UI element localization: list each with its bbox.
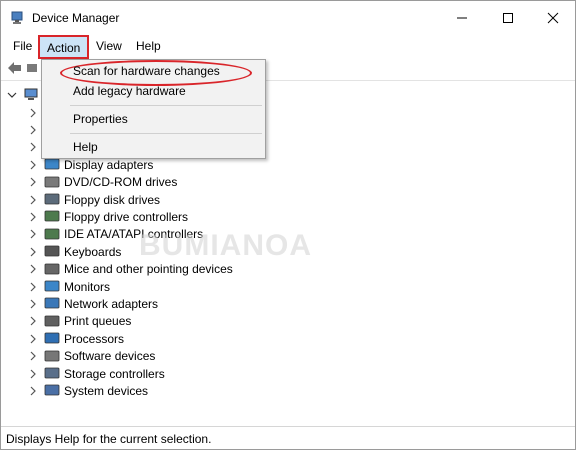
mouse-icon bbox=[44, 263, 60, 274]
tree-category-row[interactable]: Floppy disk drives bbox=[28, 191, 160, 208]
expand-chevron-icon[interactable] bbox=[28, 334, 38, 344]
expand-chevron-icon[interactable] bbox=[28, 247, 38, 257]
tree-category-row[interactable]: Software devices bbox=[28, 348, 155, 365]
expand-chevron-icon[interactable] bbox=[28, 282, 38, 292]
printer-icon bbox=[44, 315, 60, 327]
expand-chevron-icon[interactable] bbox=[28, 316, 38, 326]
tree-category-row[interactable]: Network adapters bbox=[28, 295, 158, 312]
menu-item-help[interactable]: Help bbox=[73, 138, 98, 156]
dvd-icon bbox=[44, 176, 60, 187]
floppy-icon bbox=[44, 193, 60, 205]
forward-arrow-icon[interactable] bbox=[27, 64, 37, 72]
monitor-icon bbox=[44, 280, 60, 292]
tree-category-row[interactable]: DVD/CD-ROM drives bbox=[28, 174, 177, 191]
tree-category-row[interactable]: Print queues bbox=[28, 313, 131, 330]
maximize-button[interactable] bbox=[485, 1, 531, 35]
expand-chevron-icon[interactable] bbox=[28, 160, 38, 170]
action-menu: Scan for hardware changes Add legacy har… bbox=[41, 59, 266, 159]
storage-icon bbox=[44, 367, 60, 379]
controller-icon bbox=[44, 228, 60, 240]
controller-icon bbox=[44, 210, 60, 222]
status-bar: Displays Help for the current selection. bbox=[1, 426, 575, 449]
expand-chevron-icon[interactable] bbox=[28, 125, 38, 135]
expand-chevron-icon[interactable] bbox=[28, 212, 38, 222]
tree-category-row[interactable]: Storage controllers bbox=[28, 365, 165, 382]
menu-item-scan-hardware[interactable]: Scan for hardware changes bbox=[73, 62, 220, 80]
tree-category-label: Print queues bbox=[64, 314, 132, 329]
tree-category-label: Network adapters bbox=[64, 296, 159, 311]
tree-category-label: Processors bbox=[64, 331, 125, 346]
menu-item-properties[interactable]: Properties bbox=[73, 110, 128, 128]
expand-chevron-icon[interactable] bbox=[28, 264, 38, 274]
menu-help[interactable]: Help bbox=[129, 37, 168, 57]
tree-category-row[interactable]: System devices bbox=[28, 382, 148, 399]
expand-chevron-icon[interactable] bbox=[28, 229, 38, 239]
menu-item-add-legacy-hardware[interactable]: Add legacy hardware bbox=[73, 82, 186, 100]
maximize-icon bbox=[503, 13, 513, 23]
tree-category-row[interactable]: Mice and other pointing devices bbox=[28, 261, 233, 278]
tree-category-row[interactable]: Keyboards bbox=[28, 243, 121, 260]
tree-category-label: Display adapters bbox=[64, 157, 154, 172]
tree-category-label: Keyboards bbox=[64, 244, 122, 259]
expand-chevron-icon[interactable] bbox=[28, 386, 38, 396]
menu-action[interactable]: Action bbox=[38, 35, 90, 59]
close-icon bbox=[547, 12, 559, 24]
expand-chevron-icon[interactable] bbox=[28, 299, 38, 309]
device-manager-window: Device Manager File Action View Help Dis… bbox=[0, 0, 576, 450]
status-text: Displays Help for the current selection. bbox=[6, 432, 212, 446]
menu-separator bbox=[70, 105, 262, 106]
tree-category-label: Mice and other pointing devices bbox=[64, 262, 233, 277]
expand-chevron-icon[interactable] bbox=[28, 177, 38, 187]
expand-chevron-icon[interactable] bbox=[28, 108, 38, 118]
menu-view[interactable]: View bbox=[89, 37, 129, 57]
menu-file[interactable]: File bbox=[6, 37, 39, 57]
tree-category-label: Floppy disk drives bbox=[64, 192, 161, 207]
processor-icon bbox=[44, 332, 60, 344]
keyboard-icon bbox=[44, 245, 60, 257]
system-icon bbox=[44, 384, 60, 396]
tree-category-row[interactable]: Processors bbox=[28, 330, 124, 347]
expand-chevron-icon[interactable] bbox=[28, 351, 38, 361]
menu-separator bbox=[70, 133, 262, 134]
tree-category-label: Software devices bbox=[64, 349, 156, 364]
minimize-icon bbox=[457, 17, 467, 19]
expand-chevron-icon[interactable] bbox=[28, 195, 38, 205]
tree-category-label: Monitors bbox=[64, 279, 111, 294]
computer-icon bbox=[24, 88, 38, 100]
tree-category-row[interactable]: Floppy drive controllers bbox=[28, 208, 188, 225]
device-manager-icon bbox=[11, 11, 23, 24]
software-icon bbox=[44, 350, 60, 361]
minimize-button[interactable] bbox=[439, 1, 485, 35]
tree-category-label: Storage controllers bbox=[64, 366, 165, 381]
collapse-chevron-icon[interactable] bbox=[7, 90, 17, 100]
tree-category-label: Floppy drive controllers bbox=[64, 209, 189, 224]
monitor-icon bbox=[44, 158, 60, 170]
watermark: BUMIANOA bbox=[139, 229, 312, 262]
close-button[interactable] bbox=[530, 1, 576, 35]
network-icon bbox=[44, 297, 60, 309]
window-title: Device Manager bbox=[32, 11, 120, 25]
expand-chevron-icon[interactable] bbox=[28, 142, 38, 152]
tree-category-row[interactable]: Monitors bbox=[28, 278, 110, 295]
tree-root[interactable] bbox=[7, 87, 39, 103]
tree-category-label: System devices bbox=[64, 383, 149, 398]
menu-bar: File Action View Help bbox=[1, 35, 575, 59]
expand-chevron-icon[interactable] bbox=[28, 369, 38, 379]
back-arrow-icon[interactable] bbox=[8, 62, 22, 74]
tree-category-label: DVD/CD-ROM drives bbox=[64, 175, 178, 190]
title-bar: Device Manager bbox=[1, 1, 575, 35]
